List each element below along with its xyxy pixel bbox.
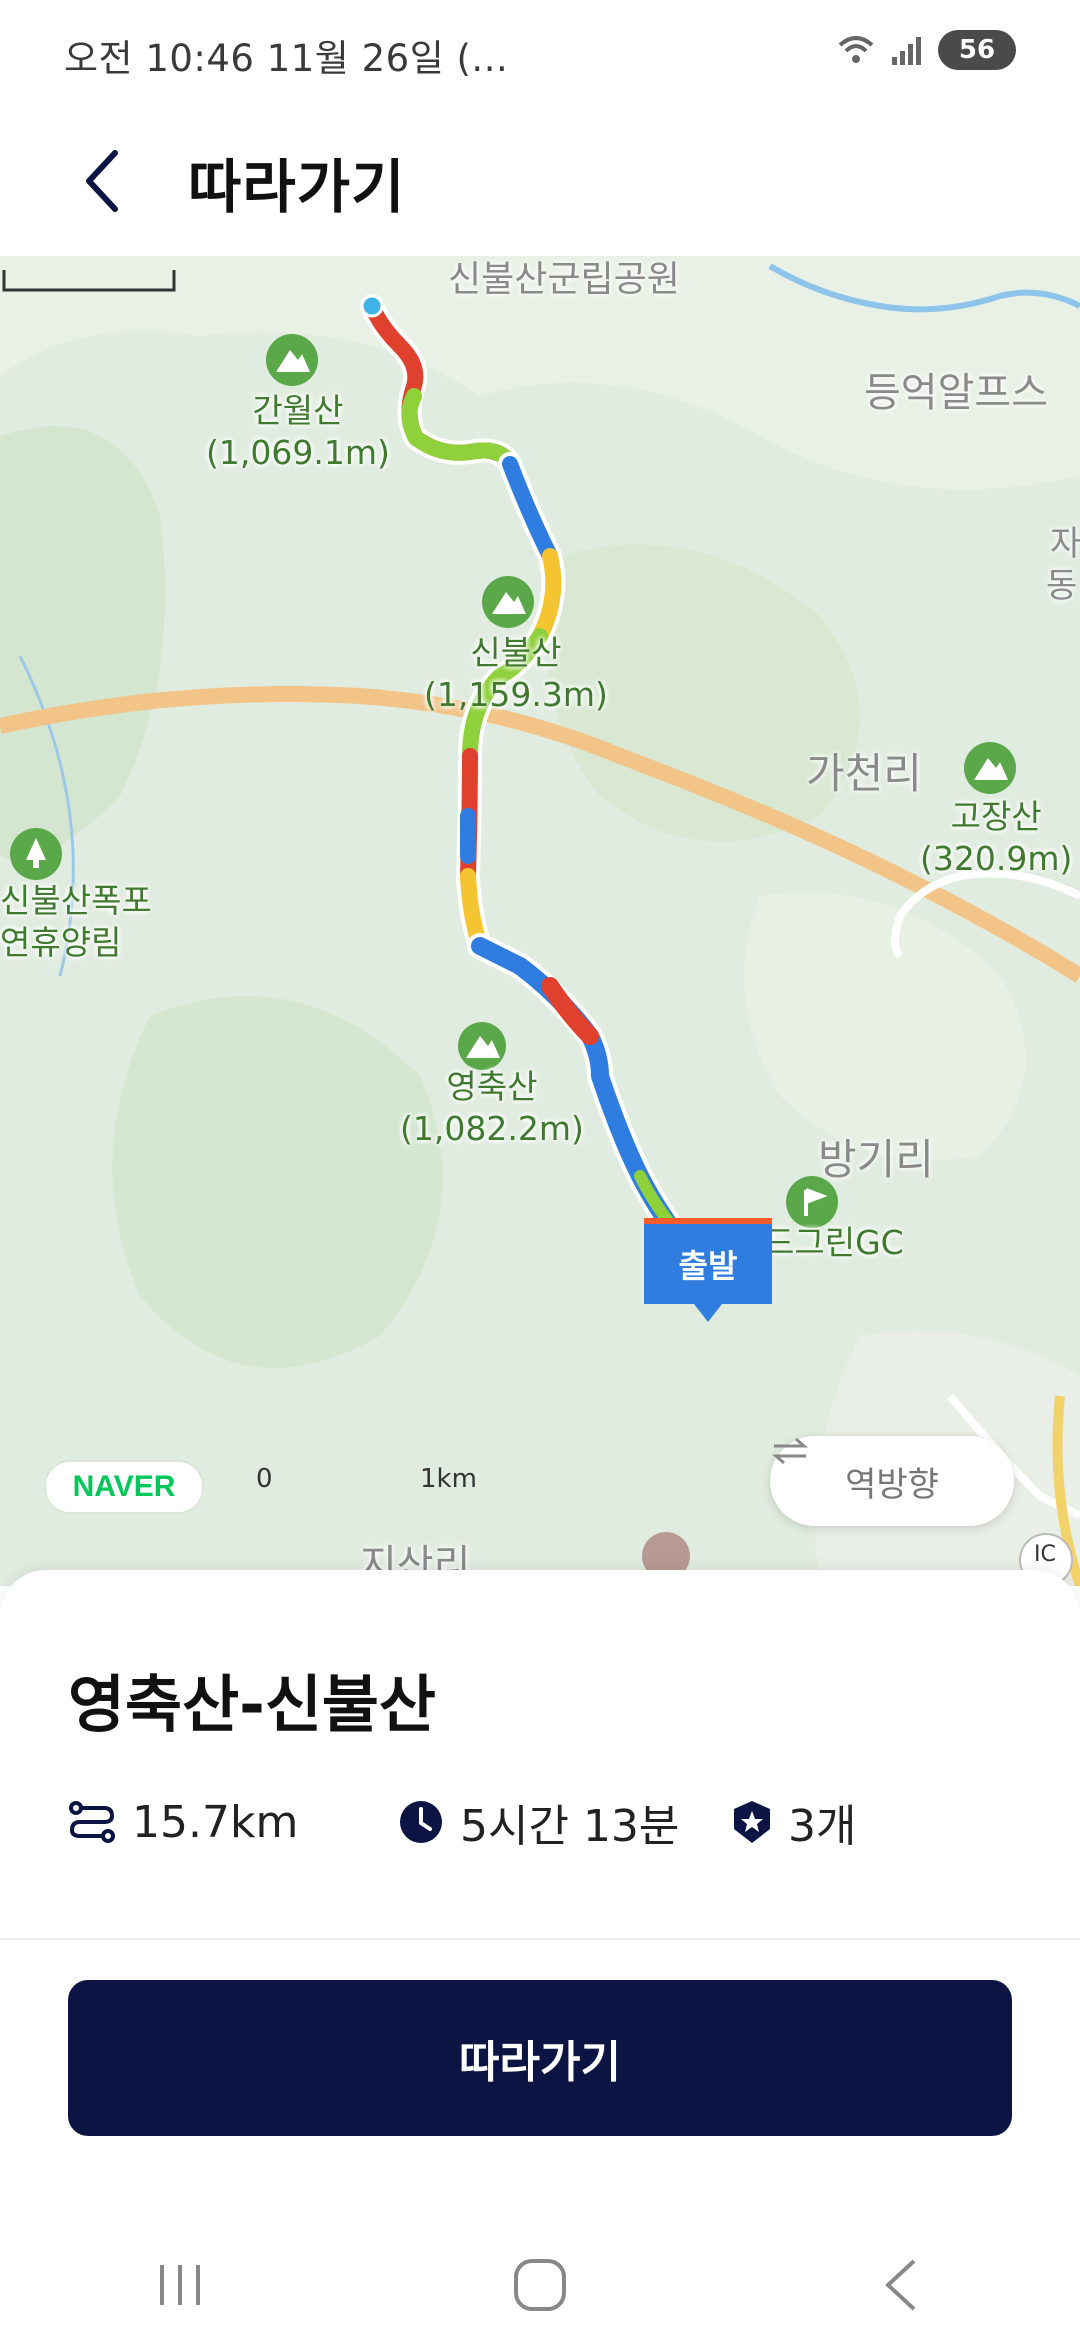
signal-icon xyxy=(892,37,921,65)
course-stats: 15.7km 5시간 13분 3개 xyxy=(68,1790,856,1854)
system-nav-bar xyxy=(0,2230,1080,2340)
duration-stat: 5시간 13분 xyxy=(398,1790,732,1854)
wifi-icon xyxy=(838,36,874,63)
home-button[interactable] xyxy=(480,2245,600,2325)
reverse-direction-button[interactable]: 역방향 xyxy=(770,1436,1014,1526)
badge-stat: 3개 xyxy=(732,1790,856,1854)
follow-button[interactable]: 따라가기 xyxy=(68,1980,1012,2136)
back-button[interactable] xyxy=(60,138,146,224)
scale-end-label: 1km xyxy=(420,1464,477,1494)
peak-label-yeongchuksan: 영축산 (1,082.2m) xyxy=(400,1066,584,1150)
peak-label-sinbulsan: 신불산 (1,159.3m) xyxy=(424,632,608,716)
forest-line-1: 신불산폭포 xyxy=(0,881,152,920)
map-label-banggiri: 방기리 xyxy=(818,1135,934,1184)
reverse-icon xyxy=(772,1437,808,1465)
distance-stat: 15.7km xyxy=(68,1797,398,1848)
scale-start-label: 0 xyxy=(256,1464,273,1494)
scale-bar xyxy=(2,270,176,292)
peak-label-gojangsan: 고장산 (320.9m) xyxy=(920,796,1072,880)
peak-elevation: (1,069.1m) xyxy=(206,433,390,472)
map-label-golf: 드그린GC xyxy=(764,1223,904,1262)
divider xyxy=(0,1938,1080,1940)
mountain-icon xyxy=(482,576,534,628)
battery-icon: 56 xyxy=(938,30,1016,70)
map-view[interactable]: 신불산군립공원 등억알프스 가천리 방기리 지산리 자 동 IC 간월산 (1,… xyxy=(0,256,1080,1586)
map-label-park: 신불산군립공원 xyxy=(448,259,680,300)
home-icon xyxy=(514,2259,566,2311)
clock-icon xyxy=(400,1801,442,1843)
map-label-alps: 등억알프스 xyxy=(864,370,1048,416)
map-canvas xyxy=(0,256,1080,1586)
back-icon xyxy=(86,150,118,212)
course-title: 영축산-신불산 xyxy=(68,1668,436,1741)
peak-label-ganwolsan: 간월산 (1,069.1m) xyxy=(206,390,390,474)
naver-logo[interactable]: NAVER xyxy=(44,1460,204,1514)
status-time: 오전 10:46 11월 26일 (... xyxy=(64,37,509,80)
distance-value: 15.7km xyxy=(132,1796,299,1848)
peak-name: 간월산 xyxy=(252,391,344,430)
course-sheet: 영축산-신불산 15.7km 5시간 13분 3개 따라가기 xyxy=(0,1570,1080,2340)
peak-name: 고장산 xyxy=(950,797,1042,836)
mountain-icon xyxy=(964,742,1016,794)
tree-icon xyxy=(10,828,62,880)
peak-elevation: (1,159.3m) xyxy=(424,675,608,714)
map-label-right-cut-2: 동 xyxy=(1046,566,1078,606)
page-title: 따라가기 xyxy=(188,153,406,221)
forest-line-2: 연휴양림 xyxy=(0,923,122,962)
status-bar: 오전 10:46 11월 26일 (... 56 xyxy=(0,0,1080,104)
map-label-gacheonri: 가천리 xyxy=(806,749,922,798)
app-header: 따라가기 xyxy=(0,104,1080,256)
status-icons: 56 xyxy=(836,30,1016,70)
start-marker[interactable]: 출발 xyxy=(644,1218,772,1322)
peak-elevation: (320.9m) xyxy=(920,839,1073,878)
reverse-label: 역방향 xyxy=(845,1464,939,1505)
map-label-ic: IC xyxy=(1034,1542,1056,1567)
badge-count: 3개 xyxy=(788,1801,857,1852)
recent-apps-icon xyxy=(160,2265,200,2305)
mountain-icon xyxy=(458,1022,506,1070)
nav-back-icon xyxy=(885,2259,916,2311)
peak-name: 영축산 xyxy=(446,1067,538,1106)
peak-name: 신불산 xyxy=(470,633,562,672)
peak-elevation: (1,082.2m) xyxy=(400,1109,584,1148)
map-label-forest: 신불산폭포 연휴양림 xyxy=(0,880,152,964)
badge-icon xyxy=(734,1801,770,1843)
battery-level: 56 xyxy=(958,35,996,65)
mountain-icon xyxy=(266,334,318,386)
recent-apps-button[interactable] xyxy=(120,2245,240,2325)
nav-back-button[interactable] xyxy=(840,2245,960,2325)
duration-value: 5시간 13분 xyxy=(460,1801,680,1852)
distance-icon xyxy=(69,1801,115,1843)
